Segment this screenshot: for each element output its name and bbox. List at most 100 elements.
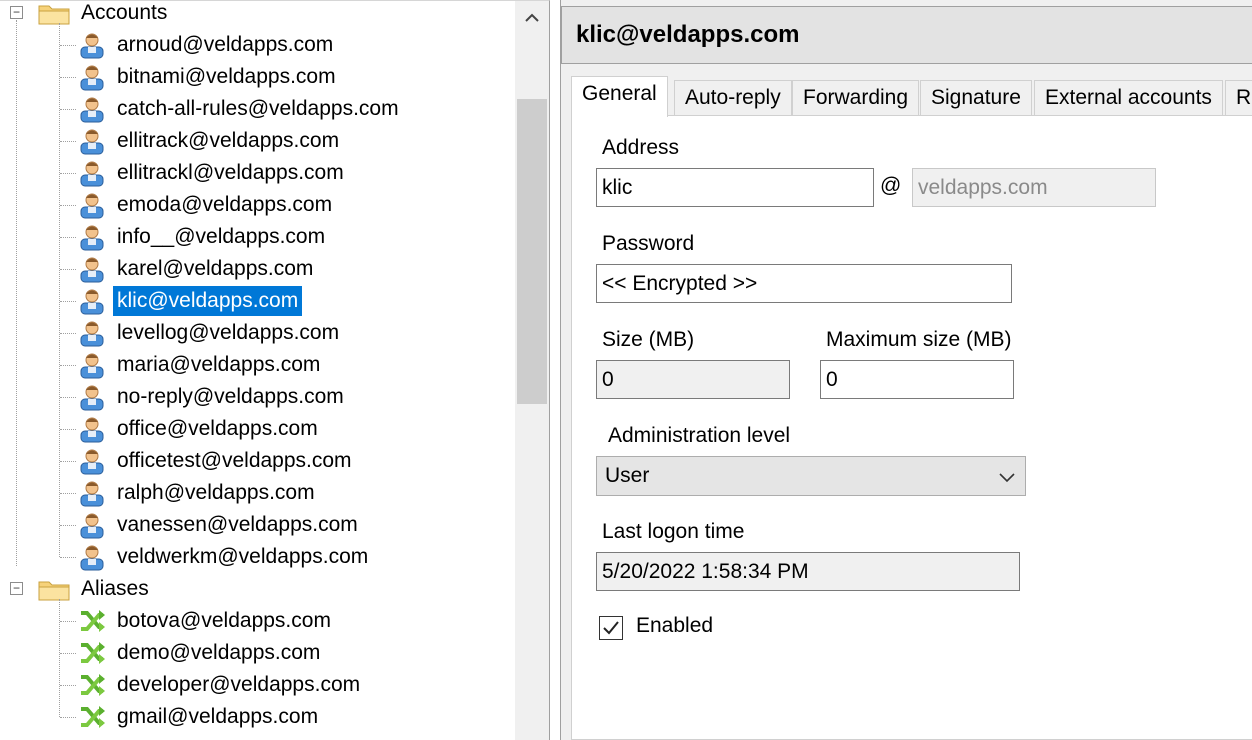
user-icon xyxy=(78,383,106,411)
tab-forwarding[interactable]: Forwarding xyxy=(792,80,920,116)
tree-group-label: Accounts xyxy=(81,1,168,24)
scroll-up-button[interactable] xyxy=(515,1,549,35)
tree-item-label: office@veldapps.com xyxy=(117,417,318,440)
password-field[interactable]: << Encrypted >> xyxy=(596,264,1012,303)
tree-group-aliases[interactable]: − Aliases xyxy=(0,573,515,605)
account-tree[interactable]: − Accounts arnoud@veldapps.com bitnami@veld… xyxy=(0,0,550,740)
tree-item[interactable]: ellitrackl@veldapps.com xyxy=(0,157,515,189)
tree-item[interactable]: arnoud@veldapps.com xyxy=(0,29,515,61)
user-icon xyxy=(78,191,106,219)
folder-icon xyxy=(38,3,70,25)
tree-item-label: karel@veldapps.com xyxy=(117,257,314,280)
tree-scrollbar[interactable] xyxy=(515,1,549,740)
domain-field: veldapps.com xyxy=(912,168,1156,207)
tree-item[interactable]: officetest@veldapps.com xyxy=(0,445,515,477)
user-icon xyxy=(78,31,106,59)
size-field: 0 xyxy=(596,360,790,399)
alias-icon xyxy=(78,671,106,699)
tree-item-label: bitnami@veldapps.com xyxy=(117,65,336,88)
tree-item-label: veldwerkm@veldapps.com xyxy=(117,545,369,568)
tree-item-label: ellitrackl@veldapps.com xyxy=(117,161,344,184)
account-title: klic@veldapps.com xyxy=(576,21,800,48)
tree-item[interactable]: emoda@veldapps.com xyxy=(0,189,515,221)
address-field[interactable]: klic xyxy=(596,168,874,207)
user-icon xyxy=(78,511,106,539)
admin-level-select[interactable]: User xyxy=(596,456,1026,496)
tree-item-label: levellog@veldapps.com xyxy=(117,321,340,344)
tab-general[interactable]: General xyxy=(571,76,668,117)
account-detail-panel: klic@veldapps.com General Auto-reply For… xyxy=(560,0,1252,740)
tree-item-label-selected: klic@veldapps.com xyxy=(113,286,303,316)
tree-item[interactable]: developer@veldapps.com xyxy=(0,669,515,701)
tree-item[interactable]: veldwerkm@veldapps.com xyxy=(0,541,515,573)
user-icon xyxy=(78,543,106,571)
general-tab-content: Address klic @ veldapps.com Password << … xyxy=(571,115,1252,740)
tree-group-label: Aliases xyxy=(81,577,149,600)
tree-item-label: ellitrack@veldapps.com xyxy=(117,129,340,152)
tree-item[interactable]: demo@veldapps.com xyxy=(0,637,515,669)
alias-icon xyxy=(78,703,106,731)
tree-item[interactable]: karel@veldapps.com xyxy=(0,253,515,285)
max-size-label: Maximum size (MB) xyxy=(826,328,1012,351)
detail-header: klic@veldapps.com xyxy=(561,6,1252,64)
tree-item[interactable]: catch-all-rules@veldapps.com xyxy=(0,93,515,125)
tree-item[interactable]: levellog@veldapps.com xyxy=(0,317,515,349)
user-icon xyxy=(78,63,106,91)
tree-item[interactable]: vanessen@veldapps.com xyxy=(0,509,515,541)
tree-item-label: ralph@veldapps.com xyxy=(117,481,315,504)
tree-item-label: officetest@veldapps.com xyxy=(117,449,352,472)
tree-item[interactable]: botova@veldapps.com xyxy=(0,605,515,637)
last-logon-label: Last logon time xyxy=(602,520,745,543)
folder-icon xyxy=(38,579,70,601)
user-icon xyxy=(78,351,106,379)
tree-item[interactable]: no-reply@veldapps.com xyxy=(0,381,515,413)
tree-item-label: vanessen@veldapps.com xyxy=(117,513,358,536)
enabled-label: Enabled xyxy=(636,614,714,637)
tree-item[interactable]: bitnami@veldapps.com xyxy=(0,61,515,93)
tab-more[interactable]: R xyxy=(1225,80,1252,116)
max-size-field[interactable]: 0 xyxy=(820,360,1014,399)
tree-item[interactable]: gmail@veldapps.com xyxy=(0,701,515,733)
user-icon xyxy=(78,319,106,347)
tree-item-label: botova@veldapps.com xyxy=(117,609,331,632)
tree-item-label: developer@veldapps.com xyxy=(117,673,361,696)
enabled-checkbox[interactable] xyxy=(599,616,623,640)
user-icon xyxy=(78,95,106,123)
user-icon xyxy=(78,447,106,475)
tree-item-label: demo@veldapps.com xyxy=(117,641,321,664)
tree-item-label: emoda@veldapps.com xyxy=(117,193,333,216)
address-label: Address xyxy=(602,136,680,159)
tree-item[interactable]: maria@veldapps.com xyxy=(0,349,515,381)
tree-item[interactable]: info__@veldapps.com xyxy=(0,221,515,253)
tree-item-label: no-reply@veldapps.com xyxy=(117,385,344,408)
collapse-icon[interactable]: − xyxy=(10,582,23,595)
tree-group-accounts[interactable]: − Accounts xyxy=(0,1,515,29)
tree-item-label: gmail@veldapps.com xyxy=(117,705,319,728)
tree-item[interactable]: klic@veldapps.com xyxy=(0,285,515,317)
tree-item[interactable]: office@veldapps.com xyxy=(0,413,515,445)
chevron-down-icon xyxy=(999,473,1015,483)
checkmark-icon xyxy=(603,621,619,635)
tree-item[interactable]: ralph@veldapps.com xyxy=(0,477,515,509)
user-icon xyxy=(78,415,106,443)
password-label: Password xyxy=(602,232,695,255)
user-icon xyxy=(78,159,106,187)
collapse-icon[interactable]: − xyxy=(10,6,23,19)
user-icon xyxy=(78,223,106,251)
tab-auto-reply[interactable]: Auto-reply xyxy=(674,80,792,116)
tree-item-label: info__@veldapps.com xyxy=(117,225,326,248)
tree-item[interactable]: ellitrack@veldapps.com xyxy=(0,125,515,157)
tab-external-accounts[interactable]: External accounts xyxy=(1034,80,1223,116)
admin-level-value: User xyxy=(605,464,650,487)
tab-strip: General Auto-reply Forwarding Signature … xyxy=(571,76,1252,117)
tree-item-label: catch-all-rules@veldapps.com xyxy=(117,97,399,120)
alias-icon xyxy=(78,607,106,635)
tab-signature[interactable]: Signature xyxy=(920,80,1032,116)
scroll-thumb[interactable] xyxy=(517,99,547,404)
at-sign: @ xyxy=(880,174,902,197)
user-icon xyxy=(78,479,106,507)
admin-level-label: Administration level xyxy=(608,424,791,447)
tree-item-label: maria@veldapps.com xyxy=(117,353,321,376)
chevron-up-icon xyxy=(525,13,539,22)
alias-icon xyxy=(78,639,106,667)
